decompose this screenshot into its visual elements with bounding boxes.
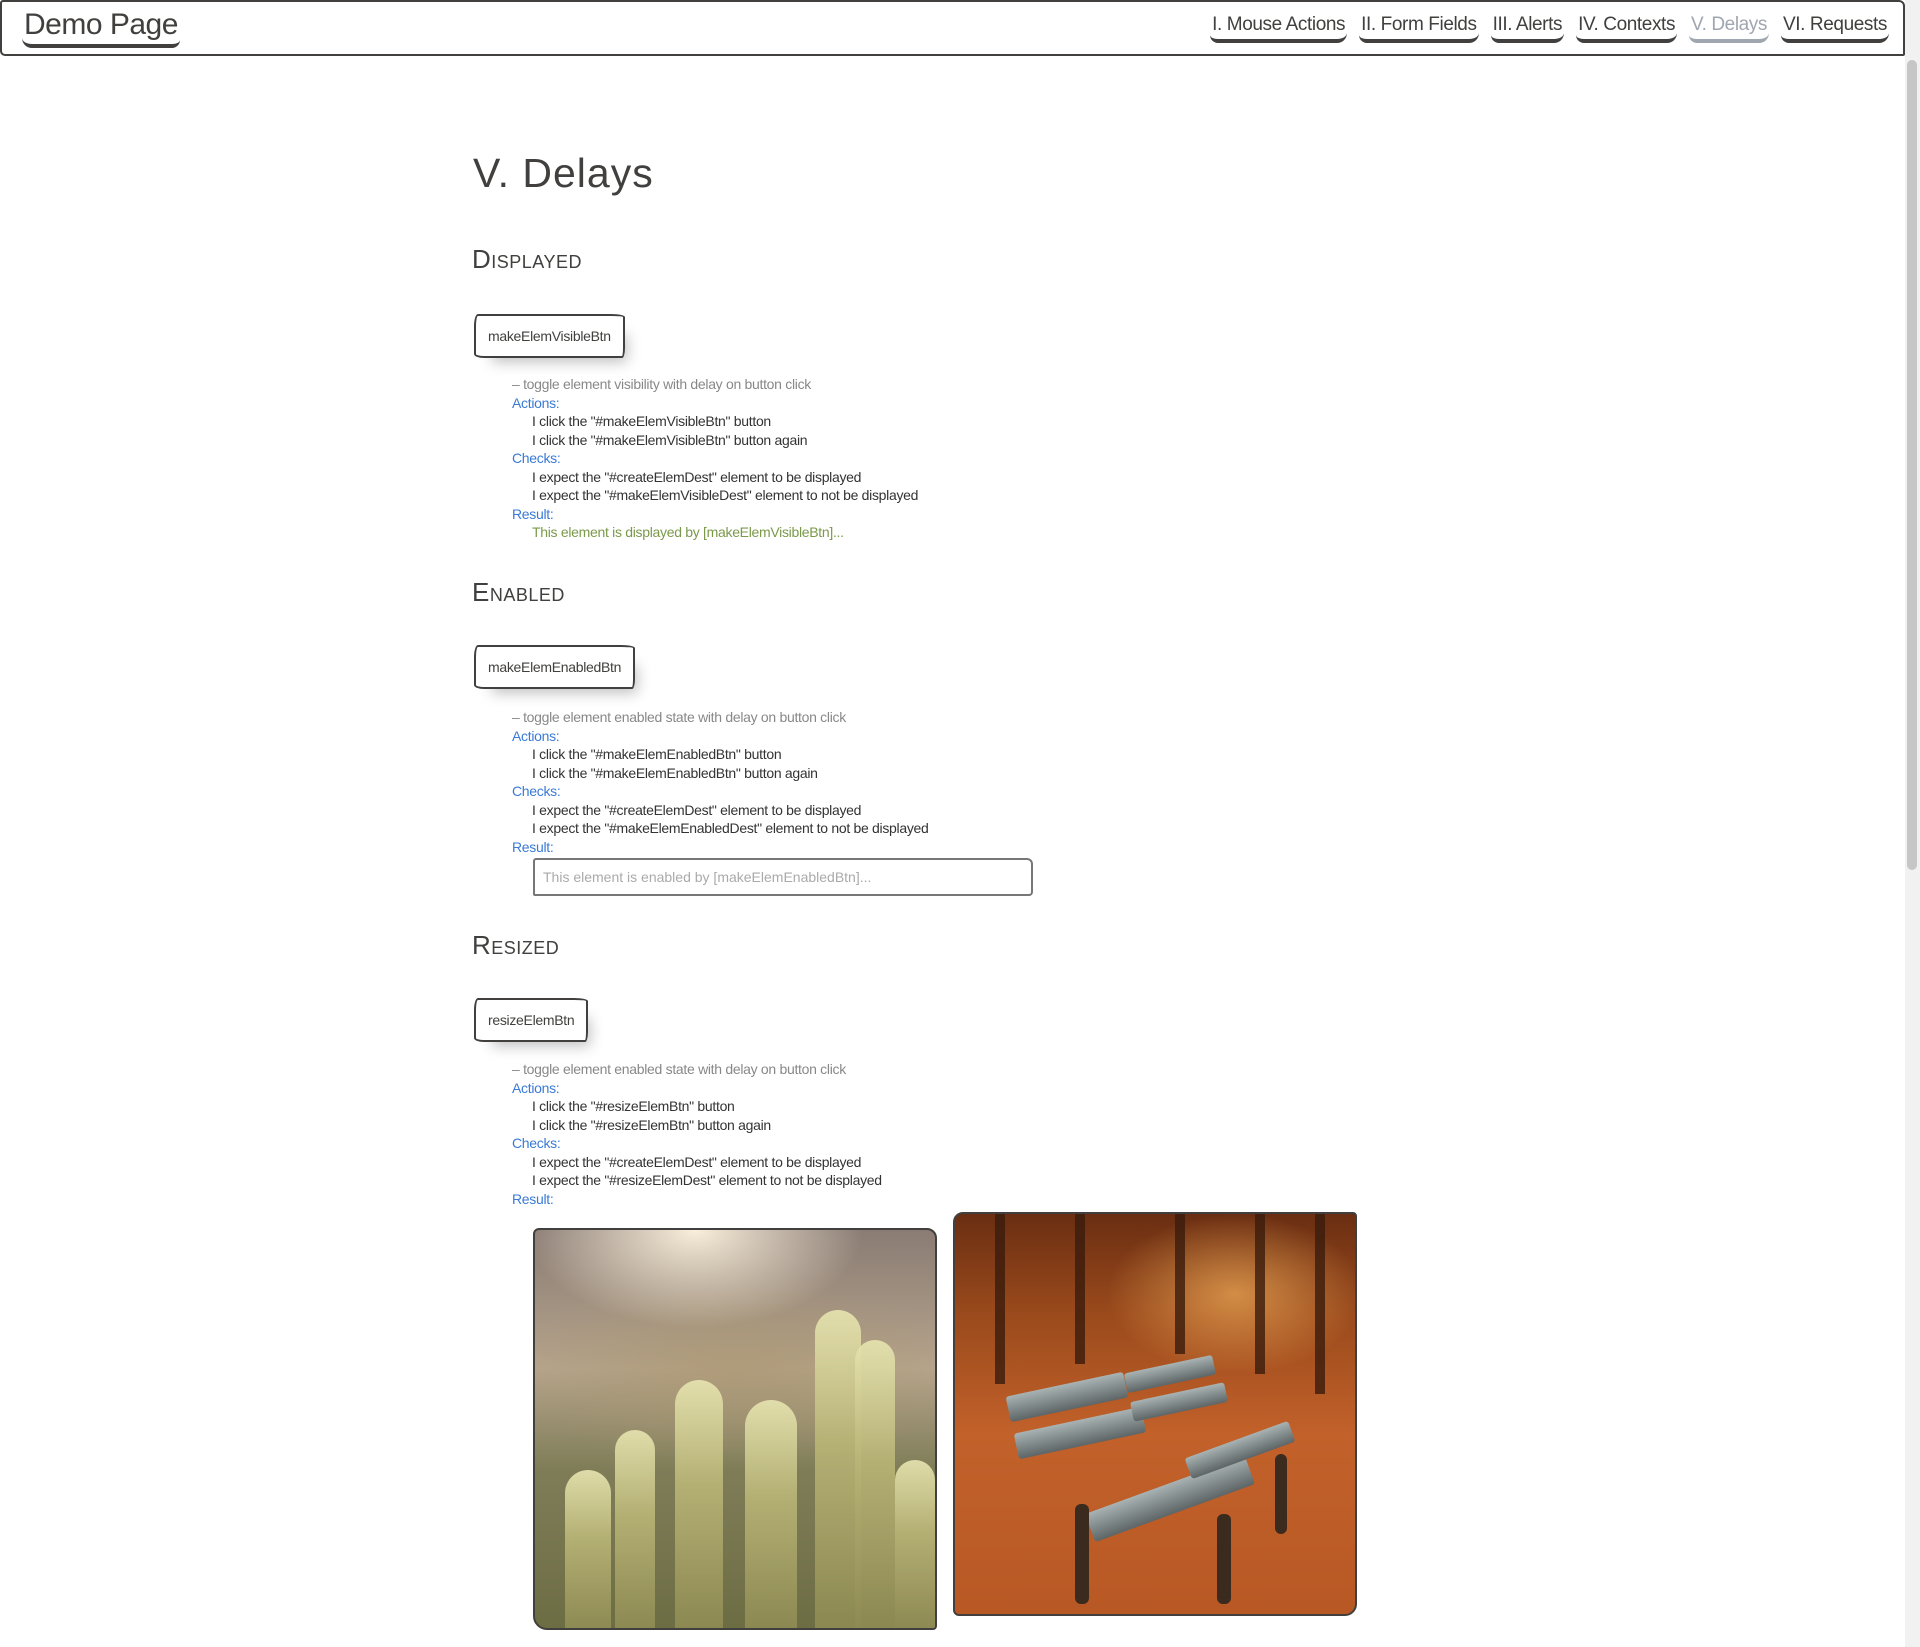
displayed-description: – toggle element visibility with delay o… bbox=[512, 375, 918, 542]
brand-link[interactable]: Demo Page bbox=[22, 8, 180, 48]
resized-check-step: I expect the "#resizeElemDest" element t… bbox=[532, 1172, 882, 1188]
bench-leg bbox=[1075, 1504, 1089, 1604]
enabled-action-step: I click the "#makeElemEnabledBtn" button bbox=[532, 746, 782, 762]
displayed-actions-label: Actions: bbox=[512, 394, 560, 411]
enabled-result-label: Result: bbox=[512, 838, 554, 855]
nav-link-form-fields[interactable]: II. Form Fields bbox=[1359, 14, 1479, 43]
cactus-arm bbox=[565, 1470, 611, 1628]
displayed-check-step: I expect the "#makeElemVisibleDest" elem… bbox=[532, 487, 919, 503]
resized-description: – toggle element enabled state with dela… bbox=[512, 1060, 882, 1208]
resized-action-step: I click the "#resizeElemBtn" button bbox=[532, 1098, 735, 1114]
resized-check-step: I expect the "#createElemDest" element t… bbox=[532, 1153, 862, 1170]
cactus-arm bbox=[855, 1340, 895, 1628]
displayed-action-step: I click the "#makeElemVisibleBtn" button bbox=[532, 413, 771, 429]
cactus-arm bbox=[615, 1430, 655, 1628]
bench-leg bbox=[1275, 1454, 1287, 1534]
bench-leg bbox=[1217, 1514, 1231, 1604]
displayed-action-step: I click the "#makeElemVisibleBtn" button… bbox=[532, 431, 808, 448]
resized-checks-label: Checks: bbox=[512, 1135, 561, 1151]
cactus-arm bbox=[675, 1380, 723, 1628]
nav-link-delays[interactable]: V. Delays bbox=[1689, 14, 1770, 43]
enabled-comment: – toggle element enabled state with dela… bbox=[512, 709, 846, 725]
section-title-displayed: Displayed bbox=[472, 244, 582, 274]
tree-trunk bbox=[1175, 1214, 1185, 1354]
cactus-arm bbox=[745, 1400, 797, 1628]
nav-link-requests[interactable]: VI. Requests bbox=[1781, 14, 1889, 43]
resize-elem-button[interactable]: resizeElemBtn bbox=[474, 998, 589, 1042]
make-elem-visible-button[interactable]: makeElemVisibleBtn bbox=[474, 314, 625, 358]
tree-trunk bbox=[1255, 1214, 1265, 1374]
enabled-checks-label: Checks: bbox=[512, 783, 561, 799]
displayed-result-label: Result: bbox=[512, 505, 554, 522]
enabled-actions-label: Actions: bbox=[512, 727, 560, 744]
tree-trunk bbox=[995, 1214, 1005, 1384]
enabled-description: – toggle element enabled state with dela… bbox=[512, 708, 929, 856]
resized-comment: – toggle element enabled state with dela… bbox=[512, 1061, 846, 1077]
resized-actions-label: Actions: bbox=[512, 1079, 560, 1096]
enabled-check-step: I expect the "#makeElemEnabledDest" elem… bbox=[532, 820, 929, 836]
section-title-enabled: Enabled bbox=[472, 577, 565, 607]
nav-link-mouse-actions[interactable]: I. Mouse Actions bbox=[1210, 14, 1348, 43]
scrollbar-thumb[interactable] bbox=[1907, 60, 1917, 870]
displayed-checks-label: Checks: bbox=[512, 450, 561, 466]
nav-link-contexts[interactable]: IV. Contexts bbox=[1576, 14, 1678, 43]
page-title: V. Delays bbox=[473, 150, 654, 196]
resized-action-step: I click the "#resizeElemBtn" button agai… bbox=[532, 1116, 771, 1133]
displayed-result-text: This element is displayed by [makeElemVi… bbox=[532, 524, 844, 540]
enabled-result-input[interactable] bbox=[533, 858, 1033, 896]
enabled-action-step: I click the "#makeElemEnabledBtn" button… bbox=[532, 764, 818, 781]
top-navbar: Demo Page I. Mouse Actions II. Form Fiel… bbox=[0, 0, 1905, 56]
cactus-photo bbox=[533, 1228, 937, 1630]
make-elem-enabled-button[interactable]: makeElemEnabledBtn bbox=[474, 645, 636, 689]
nav-link-alerts[interactable]: III. Alerts bbox=[1490, 14, 1565, 43]
section-title-resized: Resized bbox=[472, 930, 560, 960]
tree-trunk bbox=[1315, 1214, 1325, 1394]
displayed-check-step: I expect the "#createElemDest" element t… bbox=[532, 468, 862, 485]
enabled-check-step: I expect the "#createElemDest" element t… bbox=[532, 801, 862, 818]
nav-links: I. Mouse Actions II. Form Fields III. Al… bbox=[1210, 14, 1889, 43]
displayed-comment: – toggle element visibility with delay o… bbox=[512, 376, 811, 392]
cactus-arm bbox=[895, 1460, 935, 1628]
tree-trunk bbox=[1075, 1214, 1085, 1364]
autumn-bench-photo bbox=[953, 1212, 1357, 1616]
resized-result-label: Result: bbox=[512, 1190, 554, 1207]
